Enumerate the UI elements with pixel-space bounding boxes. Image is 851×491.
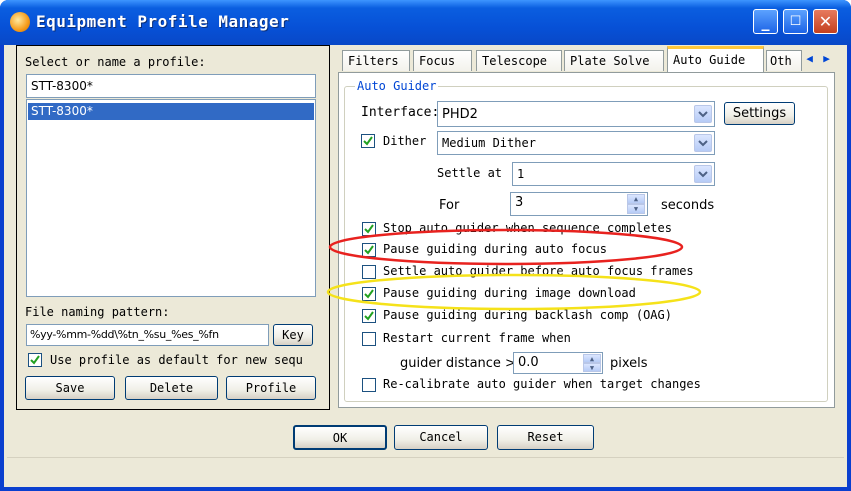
interface-label: Interface: [361,105,440,120]
spin-up-icon[interactable]: ▲ [583,354,601,363]
checkmark-icon [364,245,374,255]
dither-value: Medium Dither [442,136,536,150]
settle-before-autofocus-checkbox[interactable] [362,265,376,279]
profile-button[interactable]: Profile [226,376,316,400]
restart-frame-checkbox[interactable] [362,332,376,346]
chevron-down-icon[interactable] [694,105,712,123]
scroll-left-icon[interactable]: ◀ [801,50,818,68]
checkmark-icon [30,355,40,365]
guider-distance-stepper[interactable]: 0.0 ▲ ▼ [513,352,603,374]
spin-down-icon[interactable]: ▼ [583,363,601,372]
pause-backlash-label: Pause guiding during backlash comp (OAG) [383,308,672,322]
tab-telescope[interactable]: Telescope [476,50,562,71]
dither-select[interactable]: Medium Dither [437,131,715,155]
pause-download-checkbox[interactable] [362,287,376,301]
list-item-label: STT-8300* [31,104,93,118]
spin-up-icon[interactable]: ▲ [627,194,645,204]
interface-value: PHD2 [442,107,478,122]
reset-button[interactable]: Reset [497,425,594,450]
tab-scroll[interactable]: ◀ ▶ [801,50,835,68]
ok-button[interactable]: OK [293,425,387,450]
maximize-button[interactable]: ☐ [783,9,808,34]
for-stepper[interactable]: 3 ▲ ▼ [510,192,648,216]
chevron-down-icon[interactable] [694,165,712,183]
group-title: Auto Guider [355,79,439,93]
restart-frame-label: Restart current frame when [383,331,571,345]
status-divider [7,457,844,458]
close-button[interactable]: ✕ [813,9,838,34]
settle-before-autofocus-label: Settle auto guider before auto focus fra… [383,264,694,278]
minimize-button[interactable]: _ [753,9,778,34]
tab-focus[interactable]: Focus [413,50,472,71]
key-button[interactable]: Key [273,324,313,346]
window-title: Equipment Profile Manager [36,12,290,31]
use-default-checkbox[interactable] [28,353,42,367]
title-bar[interactable]: Equipment Profile Manager _ ☐ ✕ [0,0,851,45]
dither-label: Dither [383,134,427,148]
profile-name-value: STT-8300* [31,79,93,93]
settings-button[interactable]: Settings [724,102,795,125]
pause-autofocus-label: Pause guiding during auto focus [383,242,607,256]
for-value: 3 [515,195,524,210]
guider-distance-value: 0.0 [518,355,539,370]
checkmark-icon [363,136,373,146]
file-naming-value: %yy-%mm-%dd\%tn_%su_%es_%fn [30,328,219,341]
minimize-icon: _ [761,12,770,31]
checkmark-icon [364,224,374,234]
profile-list[interactable]: STT-8300* [26,99,316,297]
close-icon: ✕ [818,12,833,31]
delete-button[interactable]: Delete [125,376,218,400]
file-naming-label: File naming pattern: [25,305,170,319]
tab-auto-guide[interactable]: Auto Guide [667,46,764,72]
tab-other[interactable]: Oth [766,50,802,71]
maximize-icon: ☐ [789,14,802,29]
pixels-label: pixels [610,356,648,371]
settle-at-select[interactable]: 1 [512,162,715,186]
pause-backlash-checkbox[interactable] [362,309,376,323]
spin-down-icon[interactable]: ▼ [627,204,645,214]
tab-filters[interactable]: Filters [342,50,410,71]
profile-name-input[interactable]: STT-8300* [26,74,316,98]
seconds-label: seconds [661,198,715,213]
file-naming-input[interactable]: %yy-%mm-%dd\%tn_%su_%es_%fn [26,324,269,346]
checkmark-icon [364,311,374,321]
recalibrate-label: Re-calibrate auto guider when target cha… [383,377,701,391]
settle-at-label: Settle at [437,166,503,180]
pause-autofocus-checkbox[interactable] [362,243,376,257]
save-button[interactable]: Save [25,376,115,400]
app-icon [10,12,30,32]
select-profile-label: Select or name a profile: [25,55,206,69]
recalibrate-checkbox[interactable] [362,378,376,392]
tab-plate-solve[interactable]: Plate Solve [564,50,664,71]
use-default-label: Use profile as default for new sequ [50,353,303,367]
checkmark-icon [364,289,374,299]
for-label: For [439,198,460,213]
pause-download-label: Pause guiding during image download [383,286,636,300]
stop-guider-checkbox[interactable] [362,222,376,236]
chevron-down-icon[interactable] [694,134,712,152]
guider-distance-label: guider distance > [400,356,516,371]
dither-checkbox[interactable] [361,134,375,148]
list-item[interactable]: STT-8300* [28,103,314,120]
stop-guider-label: Stop auto guider when sequence completes [383,221,672,235]
cancel-button[interactable]: Cancel [394,425,488,450]
settle-at-value: 1 [517,167,525,181]
interface-select[interactable]: PHD2 [437,101,715,127]
scroll-right-icon[interactable]: ▶ [818,50,835,68]
